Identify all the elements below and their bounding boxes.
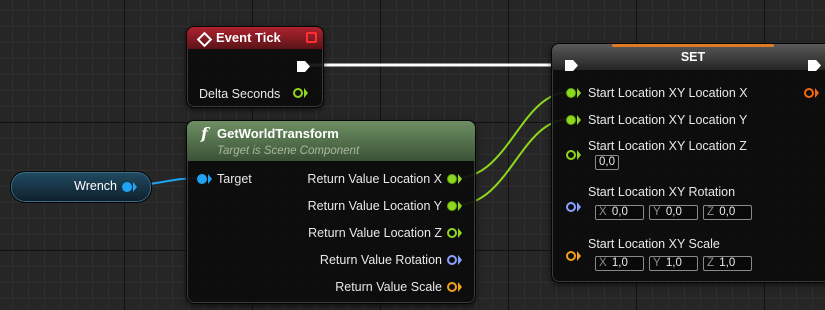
wrench-variable-node[interactable]: Wrench: [10, 171, 152, 203]
scale-z-value: 1,0: [719, 257, 736, 269]
start-rotation-arrow: [577, 202, 581, 212]
rotation-x-input[interactable]: X 0,0: [595, 205, 644, 220]
target-label: Target: [217, 172, 252, 186]
return-location-x-arrow: [458, 174, 462, 184]
start-rotation-label: Start Location XY Rotation: [588, 185, 736, 199]
scale-x-value: 1,0: [611, 257, 628, 269]
rotation-y-input[interactable]: Y 0,0: [649, 205, 698, 220]
rotation-x-value: 0,0: [611, 206, 628, 218]
start-location-x-label: Start Location XY Location X: [588, 86, 748, 100]
scale-z-axis-label: Z: [707, 257, 715, 269]
get-world-transform-subtitle: Target is Scene Component: [217, 145, 360, 157]
start-location-x-pin[interactable]: [566, 88, 576, 98]
set-accent-bar: [612, 44, 774, 47]
start-location-y-pin[interactable]: [566, 115, 576, 125]
rotation-y-axis-label: Y: [653, 206, 661, 218]
rotation-z-input[interactable]: Z 0,0: [703, 205, 752, 220]
set-node[interactable]: SET Start Location XY Location X Start L…: [551, 43, 825, 283]
return-rotation-pin[interactable]: [447, 255, 457, 265]
get-world-transform-node[interactable]: f GetWorldTransform Target is Scene Comp…: [186, 120, 476, 304]
scale-y-axis-label: Y: [653, 257, 661, 269]
wrench-out-arrow: [133, 182, 137, 192]
scale-y-input[interactable]: Y 1,0: [649, 256, 698, 271]
wrench-label: Wrench: [74, 179, 117, 193]
exec-out-pin[interactable]: [297, 61, 310, 72]
function-icon: f: [201, 124, 208, 143]
return-location-x-label: Return Value Location X: [307, 172, 442, 186]
return-location-y-label: Return Value Location Y: [307, 199, 442, 213]
start-location-z-value-input[interactable]: 0,0: [595, 155, 619, 170]
start-scale-arrow: [577, 251, 581, 261]
return-location-z-pin[interactable]: [447, 228, 457, 238]
rotation-z-axis-label: Z: [707, 206, 715, 218]
event-tick-title: Event Tick: [216, 30, 281, 45]
start-location-z-label: Start Location XY Location Z: [588, 139, 747, 153]
scale-z-input[interactable]: Z 1,0: [703, 256, 752, 271]
start-rotation-pin[interactable]: [566, 202, 576, 212]
target-pin-arrow: [208, 174, 212, 184]
delta-seconds-arrow: [304, 88, 308, 98]
get-world-transform-title: GetWorldTransform: [217, 126, 339, 141]
set-output-arrow: [815, 88, 819, 98]
event-tick-node[interactable]: Event Tick Delta Seconds: [186, 26, 324, 108]
return-scale-pin[interactable]: [447, 282, 457, 292]
set-title: SET: [680, 50, 706, 64]
event-tick-header: Event Tick: [187, 27, 323, 49]
scale-y-value: 1,0: [665, 257, 682, 269]
start-location-z-pin[interactable]: [566, 150, 576, 160]
start-scale-label: Start Location XY Scale: [588, 237, 720, 251]
start-scale-pin[interactable]: [566, 251, 576, 261]
wrench-out-pin[interactable]: [122, 182, 132, 192]
get-world-transform-header: f GetWorldTransform Target is Scene Comp…: [187, 121, 475, 161]
return-location-x-pin[interactable]: [447, 174, 457, 184]
return-rotation-label: Return Value Rotation: [319, 253, 442, 267]
event-stop-icon: [306, 32, 317, 43]
start-location-x-arrow: [577, 88, 581, 98]
return-location-z-arrow: [458, 228, 462, 238]
delta-seconds-pin[interactable]: [293, 88, 303, 98]
rotation-z-value: 0,0: [719, 206, 736, 218]
return-scale-arrow: [458, 282, 462, 292]
rotation-x-axis-label: X: [599, 206, 607, 218]
rotation-y-value: 0,0: [665, 206, 682, 218]
return-scale-label: Return Value Scale: [335, 280, 442, 294]
start-location-y-arrow: [577, 115, 581, 125]
return-rotation-arrow: [458, 255, 462, 265]
set-output-pin[interactable]: [804, 88, 814, 98]
scale-x-axis-label: X: [599, 257, 607, 269]
return-location-z-label: Return Value Location Z: [308, 226, 442, 240]
target-pin[interactable]: [197, 174, 207, 184]
set-header: SET: [552, 44, 825, 70]
return-location-y-arrow: [458, 201, 462, 211]
event-diamond-icon: [196, 31, 213, 48]
scale-x-input[interactable]: X 1,0: [595, 256, 644, 271]
start-location-y-label: Start Location XY Location Y: [588, 113, 748, 127]
delta-seconds-label: Delta Seconds: [199, 87, 281, 101]
return-location-y-pin[interactable]: [447, 201, 457, 211]
start-location-z-arrow: [577, 150, 581, 160]
